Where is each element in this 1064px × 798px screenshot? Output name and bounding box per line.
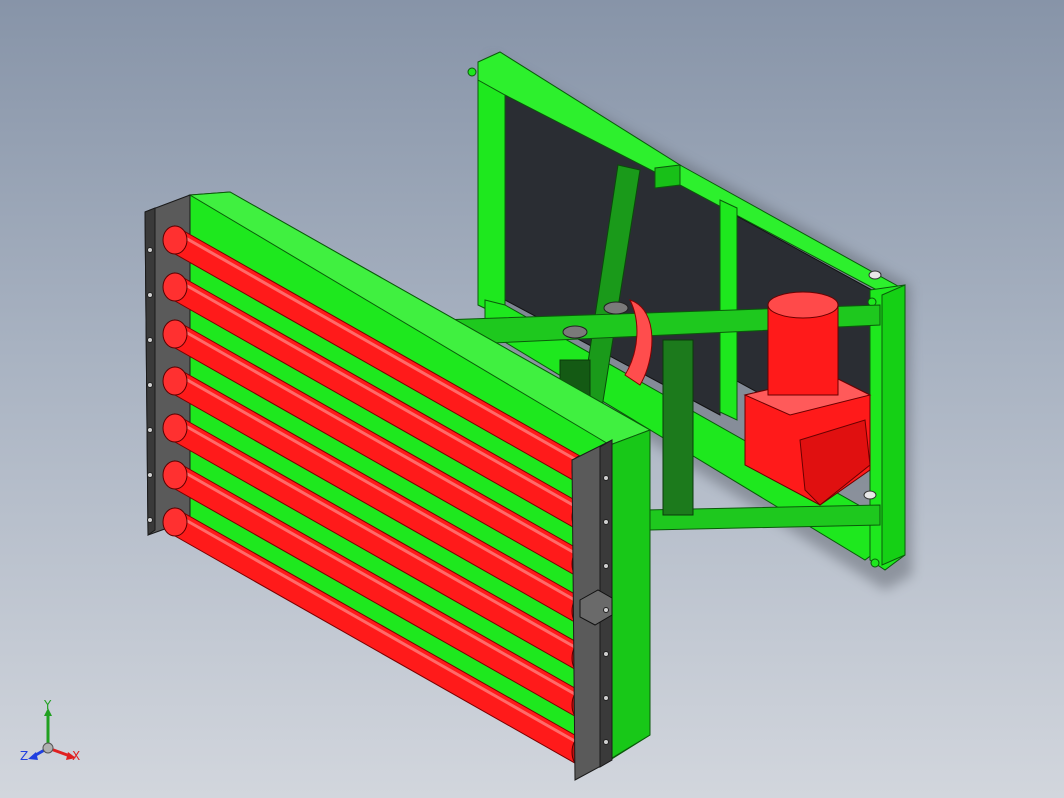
vertical-shaft <box>662 339 694 516</box>
roller-end-cap <box>162 460 188 490</box>
bracket-bolt <box>147 472 153 478</box>
bracket-bolt <box>147 247 153 253</box>
bracket-bolt <box>147 337 153 343</box>
bracket-bolt <box>603 607 609 613</box>
roller-end-cap <box>162 319 188 349</box>
motor-cap <box>767 291 839 319</box>
roller-end-cap <box>162 272 188 302</box>
bracket-bolt <box>603 475 609 481</box>
corner-pin-bottom-right <box>870 558 880 568</box>
rear-right-post-face <box>881 284 906 566</box>
roller-end-cap <box>162 413 188 443</box>
cad-graphics-viewport[interactable]: Y X Z <box>0 0 1064 798</box>
top-rail-joint <box>654 164 681 189</box>
assembly-model[interactable] <box>0 0 1064 798</box>
mount-hole-lower <box>863 490 877 500</box>
roller-end-cap <box>162 366 188 396</box>
bracket-bolt <box>603 519 609 525</box>
bracket-bolt <box>147 292 153 298</box>
roller-end-cap <box>162 507 188 537</box>
rear-left-post <box>477 64 506 319</box>
y-axis-label: Y <box>43 700 52 712</box>
roller-bed-end <box>609 429 651 759</box>
bracket-bolt <box>603 695 609 701</box>
left-bracket-flange <box>144 207 156 536</box>
x-axis-label: X <box>72 749 80 763</box>
orientation-triad[interactable]: Y X Z <box>14 700 94 780</box>
mount-hole-upper <box>868 270 882 280</box>
bracket-bolt <box>147 427 153 433</box>
pivot-cap-top <box>603 301 629 315</box>
pivot-cap-arm <box>562 325 588 339</box>
bracket-bolt <box>603 739 609 745</box>
bracket-bolt <box>147 517 153 523</box>
bracket-bolt <box>147 382 153 388</box>
corner-pin-top-left <box>467 67 477 77</box>
roller-end-cap <box>162 225 188 255</box>
bracket-bolt <box>603 651 609 657</box>
z-axis-label: Z <box>20 749 28 763</box>
bracket-bolt <box>603 563 609 569</box>
triad-origin <box>42 742 54 754</box>
